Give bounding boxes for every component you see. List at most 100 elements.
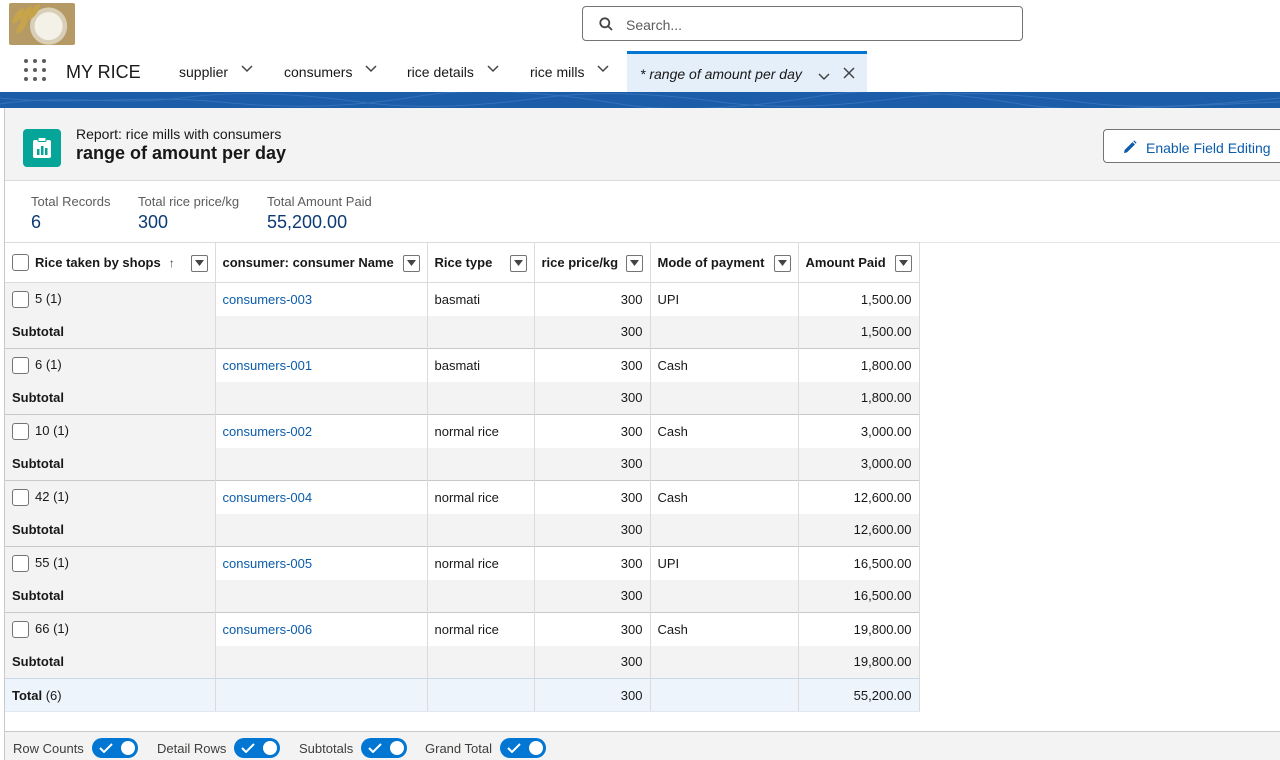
- column-header-rice-taken[interactable]: Rice taken by shops ↑: [5, 242, 216, 283]
- subtotal-label: Subtotal: [5, 381, 216, 415]
- search-box[interactable]: Search...: [582, 6, 1023, 41]
- active-tab-label: * range of amount per day: [640, 66, 802, 82]
- group-cell: 5 (1): [5, 282, 216, 316]
- consumer-cell: consumers-006: [215, 612, 428, 646]
- subtotal-amount: 16,500.00: [798, 579, 920, 613]
- empty-cell: [427, 645, 535, 679]
- sort-ascending-icon[interactable]: ↑: [169, 256, 175, 270]
- column-header-rice-type[interactable]: Rice type: [427, 242, 535, 283]
- payment-mode-cell: UPI: [650, 282, 799, 316]
- column-menu-button[interactable]: [894, 254, 912, 272]
- toggle-switch[interactable]: [234, 738, 281, 758]
- rice-type-cell: normal rice: [427, 480, 535, 514]
- enable-field-editing-button[interactable]: Enable Field Editing: [1103, 129, 1280, 163]
- group-value: 10 (1): [35, 422, 69, 438]
- price-cell: 300: [534, 414, 651, 448]
- toggle-switch[interactable]: [91, 738, 138, 758]
- consumer-link[interactable]: consumers-002: [223, 424, 313, 439]
- toggle-detail-rows[interactable]: Detail Rows: [157, 738, 281, 758]
- group-value: 5 (1): [35, 290, 62, 306]
- toggle-row-counts[interactable]: Row Counts: [13, 738, 138, 758]
- payment-mode-cell: UPI: [650, 546, 799, 580]
- consumer-link[interactable]: consumers-005: [223, 556, 313, 571]
- empty-cell: [650, 645, 799, 679]
- app-logo[interactable]: [9, 3, 75, 45]
- report-subtitle: Report: rice mills with consumers: [76, 126, 282, 142]
- row-checkbox[interactable]: [12, 422, 29, 440]
- group-cell: 66 (1): [5, 612, 216, 646]
- table-row: 6 (1) consumers-001 basmati 300 Cash 1,8…: [5, 348, 920, 382]
- column-header-mode-of-payment[interactable]: Mode of payment: [650, 242, 799, 283]
- chevron-down-icon[interactable]: [241, 65, 253, 75]
- nav-item-rice-mills[interactable]: rice mills: [530, 64, 609, 80]
- payment-mode-cell: Cash: [650, 480, 799, 514]
- nav-item-label: rice details: [407, 64, 474, 80]
- column-menu-button[interactable]: [625, 254, 643, 272]
- amount-cell: 19,800.00: [798, 612, 920, 646]
- rice-type-cell: normal rice: [427, 612, 535, 646]
- price-cell: 300: [534, 282, 651, 316]
- app-launcher-icon[interactable]: [24, 59, 46, 81]
- column-menu-button[interactable]: [402, 254, 420, 272]
- row-checkbox[interactable]: [12, 356, 29, 374]
- empty-cell: [215, 381, 428, 415]
- column-header-rice-price[interactable]: rice price/kg: [534, 242, 651, 283]
- column-header-amount-paid[interactable]: Amount Paid: [798, 242, 920, 283]
- app-name: MY RICE: [66, 62, 141, 82]
- toggle-subtotals[interactable]: Subtotals: [299, 738, 408, 758]
- consumer-cell: consumers-004: [215, 480, 428, 514]
- subtotal-row: Subtotal 300 16,500.00: [5, 579, 920, 613]
- group-cell: 10 (1): [5, 414, 216, 448]
- group-value: 42 (1): [35, 488, 69, 504]
- row-checkbox[interactable]: [12, 290, 29, 308]
- empty-cell: [650, 513, 799, 547]
- tab-range-of-amount-per-day[interactable]: * range of amount per day: [627, 51, 867, 92]
- empty-cell: [215, 315, 428, 349]
- consumer-link[interactable]: consumers-001: [223, 358, 313, 373]
- chevron-down-icon[interactable]: [487, 65, 499, 75]
- empty-cell: [427, 678, 535, 712]
- search-placeholder: Search...: [626, 17, 683, 33]
- consumer-cell: consumers-005: [215, 546, 428, 580]
- nav-item-consumers[interactable]: consumers: [284, 64, 377, 80]
- chevron-down-icon[interactable]: [365, 65, 377, 75]
- nav-item-supplier[interactable]: supplier: [179, 64, 253, 80]
- report-panel: Report: rice mills with consumers range …: [4, 108, 1280, 760]
- column-header-consumer-name[interactable]: consumer: consumer Name: [215, 242, 428, 283]
- chevron-down-icon[interactable]: [597, 65, 609, 75]
- nav-item-rice-details[interactable]: rice details: [407, 64, 499, 80]
- subtotal-price: 300: [534, 381, 651, 415]
- toggle-switch[interactable]: [499, 738, 546, 758]
- empty-cell: [650, 381, 799, 415]
- row-checkbox[interactable]: [12, 488, 29, 506]
- consumer-link[interactable]: consumers-006: [223, 622, 313, 637]
- group-value: 6 (1): [35, 356, 62, 372]
- toggle-switch[interactable]: [361, 738, 408, 758]
- empty-cell: [215, 447, 428, 481]
- subtotal-row: Subtotal 300 12,600.00: [5, 513, 920, 547]
- column-menu-button[interactable]: [509, 254, 527, 272]
- table-row: 5 (1) consumers-003 basmati 300 UPI 1,50…: [5, 282, 920, 316]
- select-all-checkbox[interactable]: [12, 254, 29, 271]
- subtotal-row: Subtotal 300 1,800.00: [5, 381, 920, 415]
- global-header: Search...: [0, 0, 1280, 50]
- subtotal-label: Subtotal: [5, 315, 216, 349]
- group-value: 55 (1): [35, 554, 69, 570]
- toggle-grand-total[interactable]: Grand Total: [425, 738, 546, 758]
- row-checkbox[interactable]: [12, 554, 29, 572]
- column-menu-button[interactable]: [773, 254, 791, 272]
- subtotal-amount: 3,000.00: [798, 447, 920, 481]
- consumer-link[interactable]: consumers-003: [223, 292, 313, 307]
- search-icon: [599, 17, 613, 31]
- consumer-link[interactable]: consumers-004: [223, 490, 313, 505]
- empty-cell: [427, 381, 535, 415]
- column-menu-button[interactable]: [190, 254, 208, 272]
- rice-type-cell: normal rice: [427, 414, 535, 448]
- group-cell: 55 (1): [5, 546, 216, 580]
- empty-cell: [427, 579, 535, 613]
- chevron-down-icon[interactable]: [818, 69, 830, 84]
- row-checkbox[interactable]: [12, 620, 29, 638]
- aggregate-value: 300: [138, 212, 169, 232]
- toggle-label: Row Counts: [13, 740, 84, 756]
- close-icon[interactable]: [843, 67, 855, 82]
